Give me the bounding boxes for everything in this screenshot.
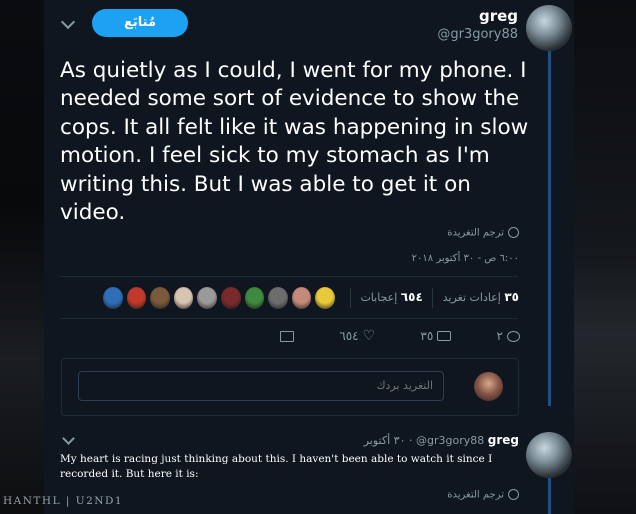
translate-tweet-link[interactable]: ترجم التغريدة [447,227,519,239]
direct-message-action[interactable] [280,326,294,346]
author-avatar[interactable] [526,5,572,51]
stat-separator [432,288,434,308]
tweet-actions: ٢ ٣٥ ♡ ٦٥٤ [280,326,520,346]
globe-icon [508,489,519,500]
background-left [0,0,44,514]
retweet-count: ٣٥ [420,329,434,343]
retweet-action[interactable]: ٣٥ [420,326,452,346]
liker-avatar[interactable] [291,287,312,309]
thread-line [548,44,551,406]
translate-label: ترجم التغريدة [447,489,504,501]
author-name[interactable]: greg [479,7,518,25]
retweets-stat[interactable]: ٣٥ إعادات تغريد [442,290,519,304]
reply-action[interactable]: ٢ [497,326,520,346]
liker-avatar[interactable] [173,287,194,309]
retweet-icon [437,331,452,341]
liker-avatar[interactable] [103,287,123,309]
reply-header: ٣٠ أكتوبر · @gr3gory88 greg [363,433,519,447]
liker-avatar[interactable] [244,287,265,309]
reply-author-avatar[interactable] [526,432,572,478]
liker-avatar[interactable] [126,287,147,309]
author-handle[interactable]: @gr3gory88 [437,27,518,42]
liker-avatar[interactable] [268,287,288,309]
likers-avatars [103,287,335,309]
following-button[interactable]: مُتابَع [92,9,188,37]
reply-input[interactable] [78,371,444,401]
divider [60,318,518,319]
likes-stat[interactable]: ٦٥٤ إعجابات [360,290,423,304]
likes-label: إعجابات [360,291,398,304]
divider [60,276,518,277]
likes-count: ٦٥٤ [400,290,423,304]
reply-text: My heart is racing just thinking about t… [60,453,493,480]
watermark: HANTHL | U2ND1 [3,495,124,507]
translate-reply-link[interactable]: ترجم التغريدة [447,489,519,501]
like-count: ٦٥٤ [339,329,359,343]
reply-count: ٢ [496,329,503,343]
retweets-count: ٣٥ [504,290,519,304]
user-avatar[interactable] [474,372,503,401]
reply-author-name[interactable]: greg [488,433,519,447]
heart-icon: ♡ [362,328,376,344]
stat-separator [349,288,351,308]
liker-avatar[interactable] [220,287,241,309]
tweet-stats: ٣٥ إعادات تغريد ٦٥٤ إعجابات [344,288,519,308]
liker-avatar[interactable] [315,287,335,309]
envelope-icon [280,330,294,342]
tweet-timestamp[interactable]: ٦:٠٠ ص - ٣٠ أكتوبر ٢٠١٨ [412,253,519,264]
background-right [574,0,636,514]
tweet-text: As quietly as I could, I went for my pho… [60,58,529,226]
reply-composer [61,358,519,416]
liker-avatar[interactable] [197,287,217,309]
liker-avatar[interactable] [150,287,170,309]
retweets-label: إعادات تغريد [442,291,501,304]
reply-icon [507,330,520,342]
reply-date[interactable]: ٣٠ أكتوبر [364,434,406,447]
translate-label: ترجم التغريدة [447,227,504,239]
globe-icon [508,227,519,238]
like-action[interactable]: ♡ ٦٥٤ [339,326,375,346]
reply-handle[interactable]: @gr3gory88 [416,434,484,447]
